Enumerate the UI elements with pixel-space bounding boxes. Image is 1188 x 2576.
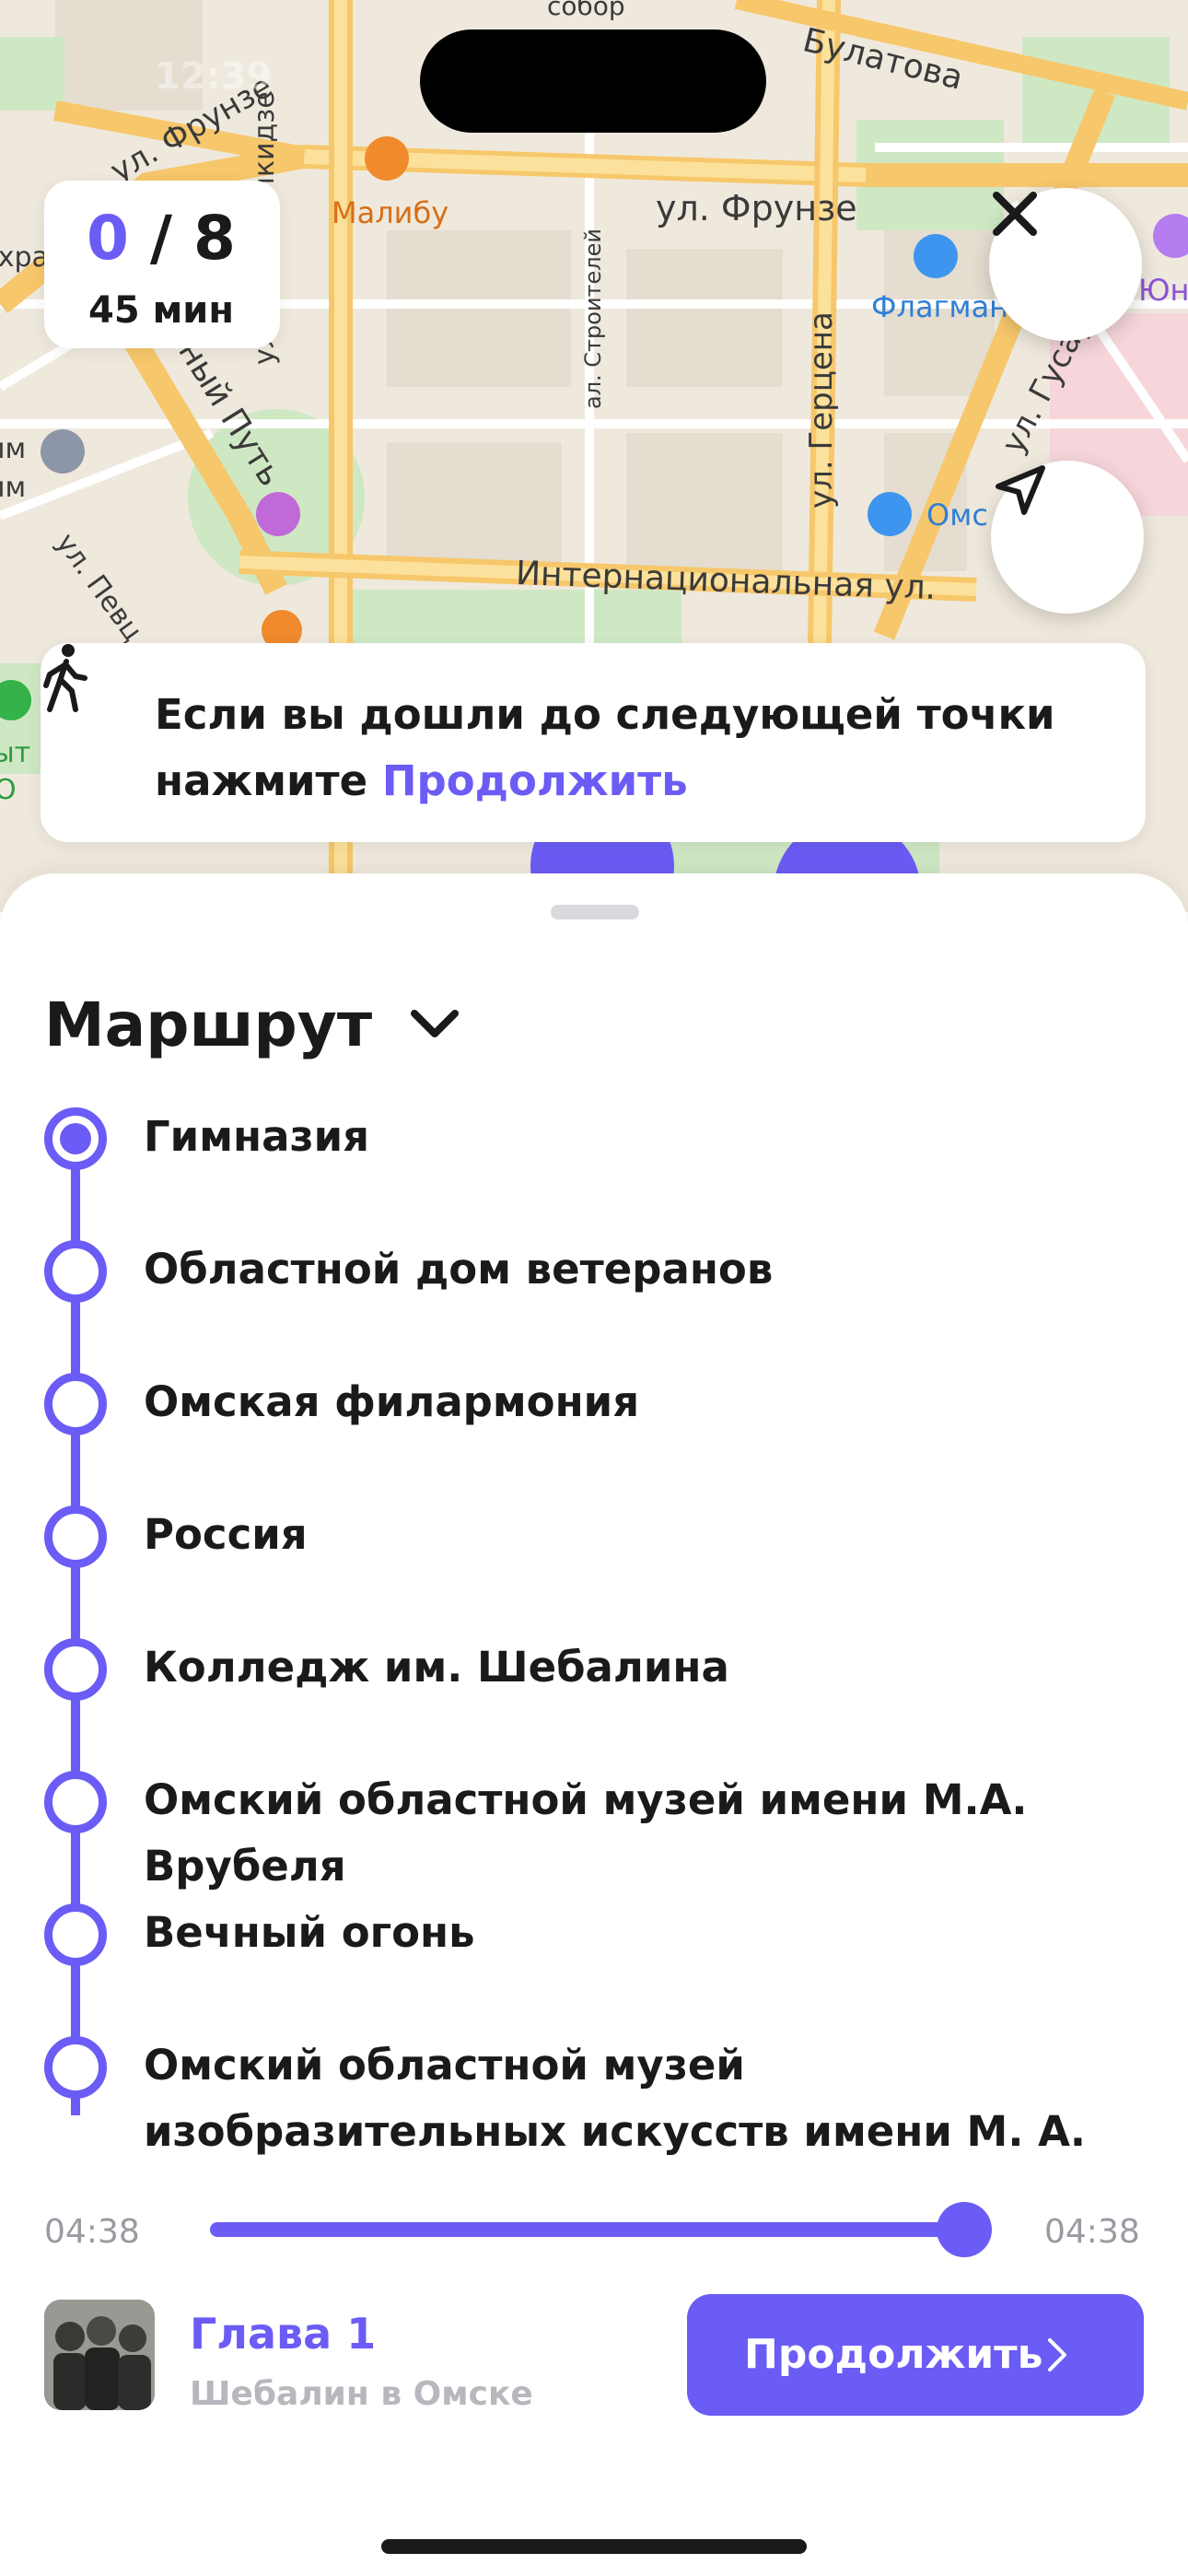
route-stop-marker bbox=[44, 1771, 107, 1833]
progress-done: 0 bbox=[87, 203, 129, 274]
route-duration: 45 мин bbox=[88, 289, 234, 332]
continue-button-label: Продолжить bbox=[744, 2331, 1043, 2378]
chapter-subtitle: Шебалин в Омске bbox=[190, 2375, 533, 2413]
route-stop-marker bbox=[44, 1638, 107, 1701]
audio-progress-fill bbox=[210, 2222, 965, 2237]
poi-label: собор bbox=[547, 0, 625, 21]
map-edge-label: ухра bbox=[0, 241, 49, 274]
street-label: ул. Герцена bbox=[803, 311, 840, 509]
route-stop[interactable]: Областной дом ветеранов bbox=[144, 1236, 1138, 1303]
map-edge-label: ыт bbox=[0, 737, 31, 769]
route-stop[interactable]: Омская филармония bbox=[144, 1369, 1138, 1435]
elapsed-time: 04:38 bbox=[44, 2213, 140, 2251]
status-time: 12:39 bbox=[155, 55, 273, 98]
route-stop[interactable]: Гимназия bbox=[144, 1104, 1138, 1170]
route-stop-marker bbox=[44, 2036, 107, 2099]
home-indicator bbox=[381, 2539, 807, 2554]
route-stop-marker bbox=[44, 1903, 107, 1966]
locate-me-button[interactable] bbox=[991, 461, 1144, 614]
route-stop[interactable]: Омский областной музей изобразительных и… bbox=[144, 2032, 1138, 2165]
walking-person-icon bbox=[43, 644, 87, 712]
street-label: ал. Строителей bbox=[580, 228, 606, 409]
poi-label: Омс bbox=[926, 498, 988, 533]
route-stop[interactable]: Омский областной музей имени М.А. Врубел… bbox=[144, 1767, 1138, 1900]
poi-label: Флагман bbox=[871, 289, 1009, 324]
chevron-down-icon[interactable] bbox=[402, 991, 468, 1058]
chapter-photo bbox=[44, 2300, 155, 2410]
poi-label: Юн bbox=[1138, 273, 1188, 308]
route-stop-marker bbox=[44, 1373, 107, 1435]
hint-text: Если вы дошли до следующей точки нажмите… bbox=[155, 682, 1112, 814]
sheet-grabber[interactable] bbox=[551, 905, 639, 919]
chapter-thumbnail[interactable] bbox=[44, 2300, 155, 2410]
progress-total: 8 bbox=[193, 203, 236, 274]
dynamic-island bbox=[420, 29, 766, 133]
chevron-right-icon bbox=[1048, 2338, 1066, 2371]
hint-continue-link[interactable]: Продолжить bbox=[382, 756, 688, 805]
street-label: ул. Фрунзе bbox=[656, 188, 857, 228]
audio-progress-thumb[interactable] bbox=[937, 2202, 993, 2257]
map-edge-label: им bbox=[0, 472, 27, 504]
route-stop[interactable]: Россия bbox=[144, 1502, 1138, 1568]
map-view[interactable]: ул. Фрунзе ул. Фрунзе Булатова ул. Орджо… bbox=[0, 0, 1188, 912]
route-sheet: Маршрут Гимназия Областной дом ветеранов… bbox=[0, 873, 1188, 2576]
route-stop-marker bbox=[44, 1505, 107, 1568]
progress-count: 0 / 8 bbox=[87, 203, 236, 274]
map-edge-label: им bbox=[0, 433, 27, 465]
navigation-arrow-icon bbox=[996, 465, 1045, 515]
poi-label: Малибу bbox=[332, 195, 449, 230]
continue-button[interactable]: Продолжить bbox=[687, 2294, 1144, 2416]
route-stop-marker-current bbox=[44, 1107, 107, 1170]
route-stop-marker bbox=[44, 1240, 107, 1303]
total-time: 04:38 bbox=[1044, 2213, 1140, 2251]
close-icon bbox=[993, 192, 1037, 236]
close-button[interactable] bbox=[989, 188, 1142, 341]
route-title: Маршрут bbox=[44, 989, 373, 1060]
map-edge-label: О bbox=[0, 774, 17, 806]
chapter-title[interactable]: Глава 1 bbox=[190, 2309, 376, 2359]
hint-card: Если вы дошли до следующей точки нажмите… bbox=[41, 643, 1146, 842]
route-stop[interactable]: Вечный огонь bbox=[144, 1900, 1138, 1966]
audio-progress-slider[interactable] bbox=[210, 2202, 993, 2257]
progress-separator: / bbox=[128, 203, 193, 274]
route-stop[interactable]: Колледж им. Шебалина bbox=[144, 1634, 1138, 1701]
progress-card: 0 / 8 45 мин bbox=[44, 181, 280, 348]
